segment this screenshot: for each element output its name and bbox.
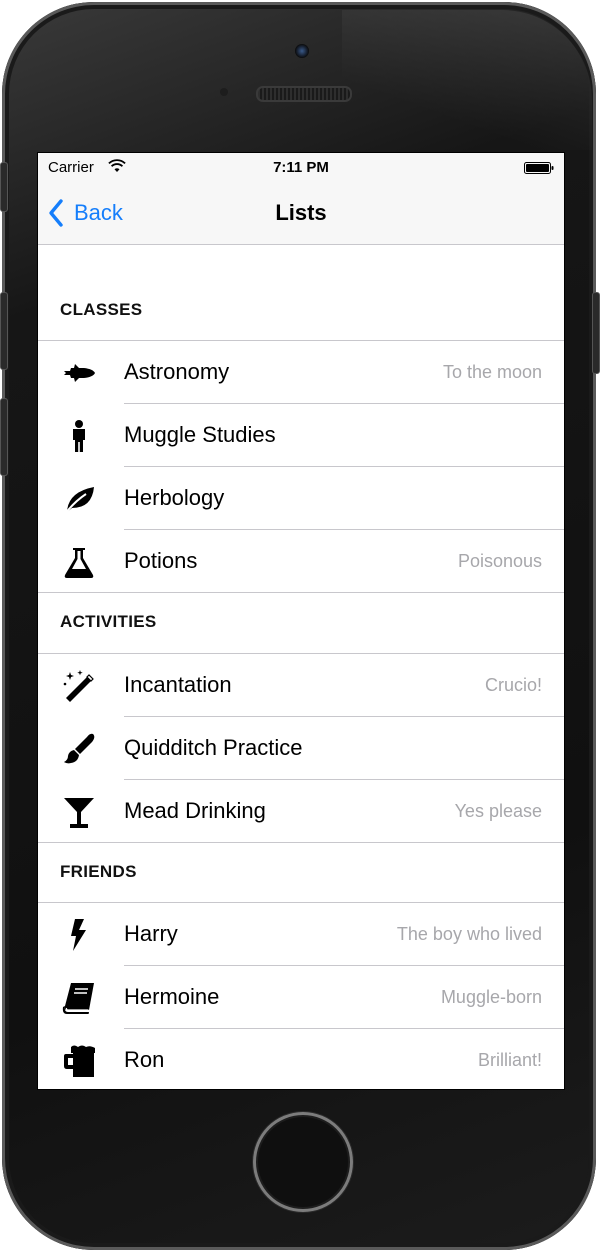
volume-up-button[interactable] (0, 292, 8, 370)
row-title: Muggle Studies (124, 422, 276, 447)
navigation-bar: Back Lists (38, 183, 564, 245)
battery-icon (524, 162, 554, 174)
paintbrush-icon (64, 733, 95, 764)
leaf-icon (64, 487, 94, 515)
section-header-friends: FRIENDS (60, 862, 137, 881)
section-header-activities: ACTIVITIES (60, 612, 157, 631)
list-item-ron[interactable]: Ron Brilliant! (38, 1029, 564, 1089)
flask-icon (64, 548, 94, 578)
row-separator (38, 842, 564, 843)
magic-wand-icon (63, 670, 94, 702)
row-detail: Yes please (454, 801, 542, 821)
list-item-astronomy[interactable]: Astronomy To the moon (38, 341, 564, 404)
page-title: Lists (275, 200, 327, 225)
row-title: Ron (124, 1047, 165, 1072)
space-shuttle-icon (64, 364, 95, 382)
row-detail: Muggle-born (440, 987, 542, 1007)
beer-mug-icon (64, 1045, 95, 1077)
row-title: Incantation (124, 672, 232, 697)
volume-down-button[interactable] (0, 398, 8, 476)
list-item-hermoine[interactable]: Hermoine Muggle-born (38, 966, 564, 1029)
row-title: Potions (124, 548, 198, 573)
row-title: Mead Drinking (124, 798, 266, 823)
person-icon (73, 420, 85, 452)
row-title: Hermoine (124, 984, 220, 1009)
table-view: CLASSES Astronomy To the moon Muggle Stu… (38, 245, 564, 1089)
list-item-harry[interactable]: Harry The boy who lived (38, 903, 564, 966)
home-button[interactable] (253, 1112, 353, 1212)
row-detail: Poisonous (457, 551, 542, 571)
list-item-mead-drinking[interactable]: Mead Drinking Yes please (38, 780, 564, 843)
list-item-potions[interactable]: Potions Poisonous (38, 530, 564, 593)
row-detail: Crucio! (484, 675, 542, 695)
list-item-quidditch-practice[interactable]: Quidditch Practice (38, 717, 564, 780)
earpiece-speaker (256, 86, 352, 102)
row-title: Quidditch Practice (124, 735, 303, 760)
status-bar: Carrier 7:11 PM (38, 153, 564, 183)
book-icon (62, 983, 94, 1014)
row-title: Herbology (124, 485, 225, 510)
row-title: Astronomy (124, 359, 230, 384)
glass-glare (342, 10, 592, 150)
row-detail: Brilliant! (477, 1050, 542, 1070)
front-camera (295, 44, 309, 58)
status-time: 7:11 PM (273, 159, 329, 176)
row-separator (38, 592, 564, 593)
section-header-classes: CLASSES (60, 300, 143, 319)
cocktail-glass-icon (64, 798, 94, 828)
lightning-bolt-icon (71, 919, 86, 951)
proximity-sensor (220, 88, 228, 96)
screen: Carrier 7:11 PM Back Lists CLASSES Astro… (37, 152, 565, 1090)
row-detail: To the moon (442, 362, 542, 382)
row-title: Harry (124, 921, 178, 946)
mute-switch[interactable] (0, 162, 8, 212)
list-item-incantation[interactable]: Incantation Crucio! (38, 654, 564, 717)
row-detail: The boy who lived (396, 924, 542, 944)
power-button[interactable] (592, 292, 600, 374)
list-item-muggle-studies[interactable]: Muggle Studies (38, 404, 564, 467)
list-item-herbology[interactable]: Herbology (38, 467, 564, 530)
